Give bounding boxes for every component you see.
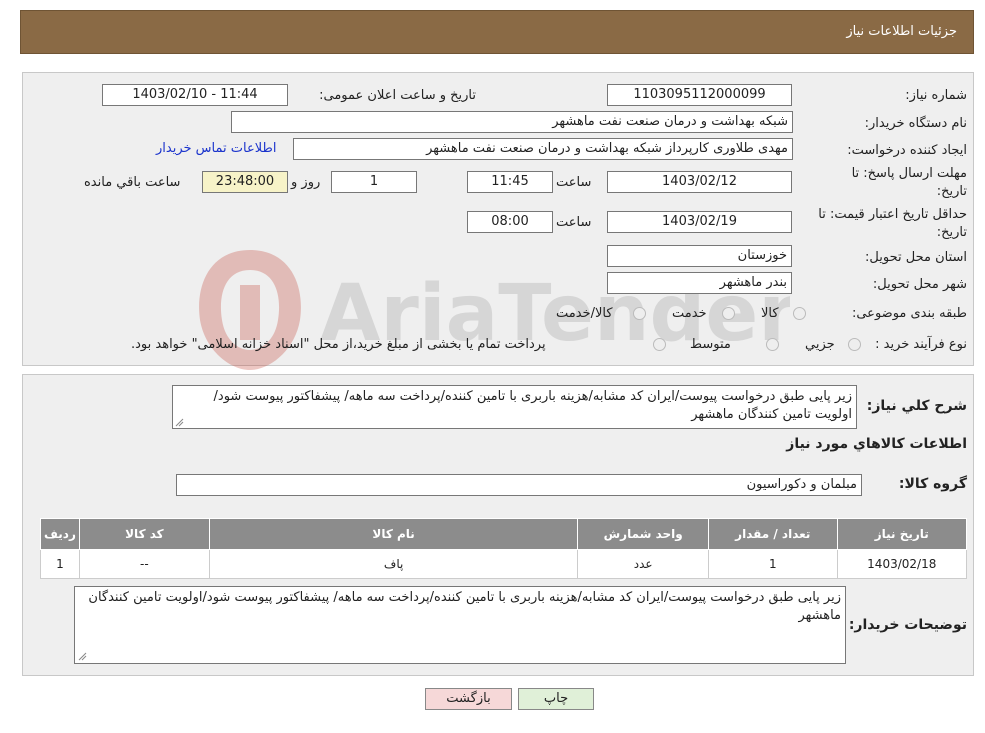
resize-grip-icon[interactable] (77, 651, 87, 661)
need-number-label: شماره نیاز: (905, 88, 967, 103)
category-radio-goods[interactable] (793, 307, 806, 320)
back-button[interactable]: بازگشت (425, 688, 512, 710)
purchase-radio-medium[interactable] (766, 338, 779, 351)
deadline-label-2: تاریخ: (936, 184, 967, 199)
days-field: 1 (331, 171, 417, 193)
cell-item-name: پاف (208, 549, 579, 579)
buyer-org-field: شبکه بهداشت و درمان صنعت نفت ماهشهر (231, 111, 793, 133)
validity-time-label: ساعت (556, 215, 592, 230)
col-need-date: تاریخ نیاز (836, 518, 968, 550)
category-option-both: کالا/خدمت (556, 306, 613, 321)
remaining-label: ساعت باقي مانده (84, 175, 181, 190)
city-field: بندر ماهشهر (607, 272, 792, 294)
remaining-time-field: 23:48:00 (202, 171, 288, 193)
category-radio-both[interactable] (633, 307, 646, 320)
buyer-org-label: نام دستگاه خریدار: (864, 116, 967, 131)
city-label: شهر محل تحویل: (872, 277, 967, 292)
description-field: زیر پایی طبق درخواست پیوست/ایران کد مشاب… (172, 385, 857, 429)
deadline-time-field: 11:45 (467, 171, 553, 193)
page-header: جزئیات اطلاعات نیاز (20, 10, 974, 54)
deadline-time-label: ساعت (556, 175, 592, 190)
group-label: گروه کالا: (898, 476, 967, 492)
treasury-checkbox[interactable] (653, 338, 666, 351)
validity-date-field: 1403/02/19 (607, 211, 792, 233)
category-option-goods: کالا (761, 306, 779, 321)
announce-field: 1403/02/10 - 11:44 (102, 84, 288, 106)
table-row: 1 -- پاف عدد 1 1403/02/18 (40, 549, 968, 579)
cell-row-number: 1 (40, 549, 80, 579)
purchase-option-minor: جزیي (805, 337, 835, 352)
category-radio-service[interactable] (722, 307, 735, 320)
deadline-date-field: 1403/02/12 (607, 171, 792, 193)
validity-time-field: 08:00 (467, 211, 553, 233)
purchase-type-label: نوع فرآیند خرید : (875, 337, 967, 352)
creator-label: ایجاد کننده درخواست: (847, 143, 967, 158)
items-heading: اطلاعات کالاهاي مورد نیاز (786, 436, 967, 452)
creator-field: مهدی طلاوری کارپرداز شبکه بهداشت و درمان… (293, 138, 793, 160)
need-number-field: 1103095112000099 (607, 84, 792, 106)
purchase-option-medium: متوسط (690, 337, 731, 352)
col-quantity: تعداد / مقدار (708, 518, 838, 550)
cell-item-code: -- (78, 549, 210, 579)
buyer-notes-field: زیر پایی طبق درخواست پیوست/ایران کد مشاب… (74, 586, 846, 664)
print-button[interactable]: چاپ (518, 688, 594, 710)
validity-label: حداقل تاریخ اعتبار قیمت: تا (818, 207, 967, 222)
cell-quantity: 1 (708, 549, 838, 579)
page-title: جزئیات اطلاعات نیاز (846, 24, 957, 39)
col-unit: واحد شمارش (577, 518, 710, 550)
buyer-contact-link[interactable]: اطلاعات تماس خریدار (156, 141, 276, 156)
category-option-service: خدمت (672, 306, 707, 321)
description-label: شرح کلي نیاز: (866, 398, 967, 414)
province-field: خوزستان (607, 245, 792, 267)
col-item-name: نام کالا (208, 518, 579, 550)
cell-unit: عدد (577, 549, 710, 579)
deadline-label: مهلت ارسال پاسخ: تا (851, 166, 967, 181)
group-field: مبلمان و دکوراسیون (176, 474, 862, 496)
validity-label-2: تاریخ: (936, 225, 967, 240)
col-item-code: کد کالا (78, 518, 210, 550)
category-label: طبقه بندی موضوعی: (851, 306, 967, 321)
announce-label: تاریخ و ساعت اعلان عمومی: (319, 88, 476, 103)
table-header-row: ردیف کد کالا نام کالا واحد شمارش تعداد /… (40, 518, 968, 550)
resize-grip-icon[interactable] (174, 417, 184, 427)
buyer-notes-label: توضیحات خریدار: (848, 617, 967, 633)
province-label: استان محل تحویل: (865, 250, 967, 265)
purchase-radio-minor[interactable] (848, 338, 861, 351)
items-table: ردیف کد کالا نام کالا واحد شمارش تعداد /… (40, 518, 968, 579)
cell-need-date: 1403/02/18 (836, 549, 968, 579)
col-row-number: ردیف (40, 518, 80, 550)
purchase-note: پرداخت تمام یا بخشی از مبلغ خرید،از محل … (131, 337, 546, 352)
days-label: روز و (291, 175, 321, 190)
